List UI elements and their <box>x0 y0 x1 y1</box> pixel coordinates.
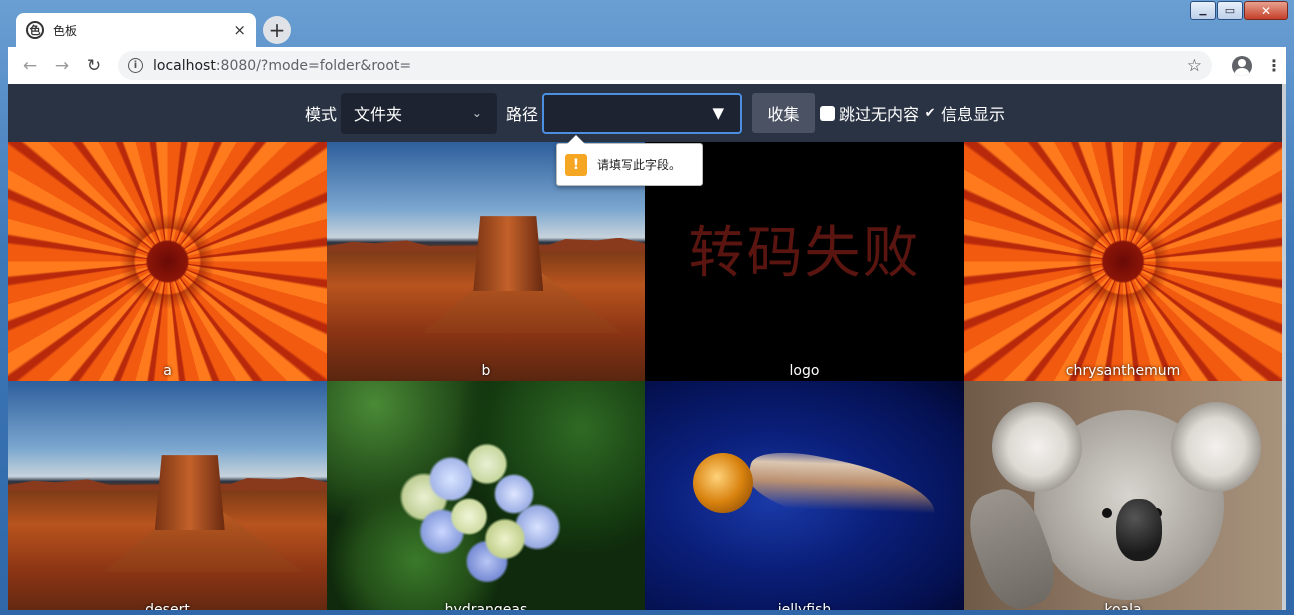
browser-toolbar: ← → ↻ i localhost:8080/?mode=folder&root… <box>8 47 1286 84</box>
image-tile[interactable]: koala <box>964 381 1282 610</box>
tile-label: jellyfish <box>777 602 832 610</box>
validation-message: 请填写此字段。 <box>597 158 682 172</box>
desert-mesa <box>473 216 544 292</box>
koala-nose <box>1115 498 1162 561</box>
address-bar[interactable]: i localhost:8080/?mode=folder&root= ☆ <box>118 51 1212 80</box>
mode-select-value: 文件夹 <box>353 105 402 124</box>
forward-arrow-icon[interactable]: → <box>46 56 78 76</box>
minimize-button[interactable]: ▁ <box>1190 1 1216 20</box>
image-grid: a b 转码失败 logo chrysanthemum desert hydra… <box>8 142 1282 610</box>
tile-label: desert <box>145 602 190 610</box>
info-display-checkbox[interactable]: ✔ <box>923 105 938 121</box>
validation-tooltip: ! 请填写此字段。 <box>556 135 703 186</box>
url-path: :8080/?mode=folder&root= <box>215 57 412 74</box>
image-tile[interactable]: chrysanthemum <box>964 142 1282 381</box>
url-text: localhost:8080/?mode=folder&root= <box>153 58 1187 74</box>
control-bar: 模式 文件夹 ⌄ 路径 ▼ 收集 跳过无内容 ✔ 信息显示 <box>8 84 1282 142</box>
info-icon[interactable]: i <box>128 58 143 73</box>
tile-label: b <box>481 363 491 379</box>
skip-empty-checkbox[interactable] <box>820 105 835 121</box>
browser-tab[interactable]: 色 色板 × <box>16 13 256 47</box>
tile-label: hydrangeas <box>444 602 528 610</box>
close-window-button[interactable]: ✕ <box>1244 1 1288 20</box>
desert-mesa <box>154 455 225 531</box>
koala-eye <box>1102 508 1113 519</box>
image-tile[interactable]: hydrangeas <box>327 381 645 610</box>
mode-label: 模式 <box>304 105 337 124</box>
maximize-icon: ▭ <box>1224 4 1236 17</box>
tile-label: koala <box>1104 602 1142 610</box>
window-controls: ▁ ▭ ✕ <box>1190 1 1288 20</box>
back-arrow-icon[interactable]: ← <box>14 56 46 76</box>
transcode-failed-text: 转码失败 <box>688 221 921 286</box>
profile-avatar-icon[interactable] <box>1232 55 1252 76</box>
path-label: 路径 <box>505 105 538 124</box>
dropdown-triangle-icon: ▼ <box>712 104 724 122</box>
tile-label: a <box>163 363 172 379</box>
tile-label: logo <box>789 363 820 379</box>
path-select[interactable]: ▼ <box>542 92 742 134</box>
scrollbar[interactable] <box>1282 84 1286 610</box>
tab-close-icon[interactable]: × <box>233 21 246 39</box>
url-host: localhost <box>153 57 216 74</box>
checkmark-icon: ✔ <box>924 105 936 121</box>
skip-empty-label: 跳过无内容 <box>839 105 920 124</box>
reload-icon[interactable]: ↻ <box>78 56 110 76</box>
koala-ear <box>1170 402 1261 493</box>
bookmark-star-icon[interactable]: ☆ <box>1187 56 1202 76</box>
jellyfish-bell <box>692 452 753 513</box>
mode-select[interactable]: 文件夹 ⌄ <box>340 92 497 134</box>
page-viewport: 模式 文件夹 ⌄ 路径 ▼ 收集 跳过无内容 ✔ 信息显示 ! 请填写此字段。 … <box>8 84 1282 610</box>
maximize-button[interactable]: ▭ <box>1217 1 1243 20</box>
image-tile[interactable]: desert <box>8 381 327 610</box>
minimize-icon: ▁ <box>1199 5 1207 16</box>
chevron-down-icon: ⌄ <box>471 106 482 120</box>
info-display-label: 信息显示 <box>941 105 1006 124</box>
image-tile[interactable]: jellyfish <box>645 381 964 610</box>
menu-kebab-icon[interactable]: ⋮ <box>1266 56 1282 75</box>
hydrangea-bloom <box>396 433 577 584</box>
close-icon: ✕ <box>1260 3 1272 18</box>
koala-ear <box>992 402 1083 493</box>
new-tab-button[interactable]: + <box>263 16 291 44</box>
tab-title: 色板 <box>53 23 78 38</box>
warning-icon: ! <box>565 153 587 176</box>
tile-label: chrysanthemum <box>1065 363 1181 379</box>
image-tile[interactable]: a <box>8 142 327 381</box>
favicon-icon: 色 <box>26 21 44 39</box>
koala-head <box>992 402 1261 600</box>
collect-button[interactable]: 收集 <box>752 93 815 133</box>
jellyfish-tentacles <box>742 443 942 542</box>
